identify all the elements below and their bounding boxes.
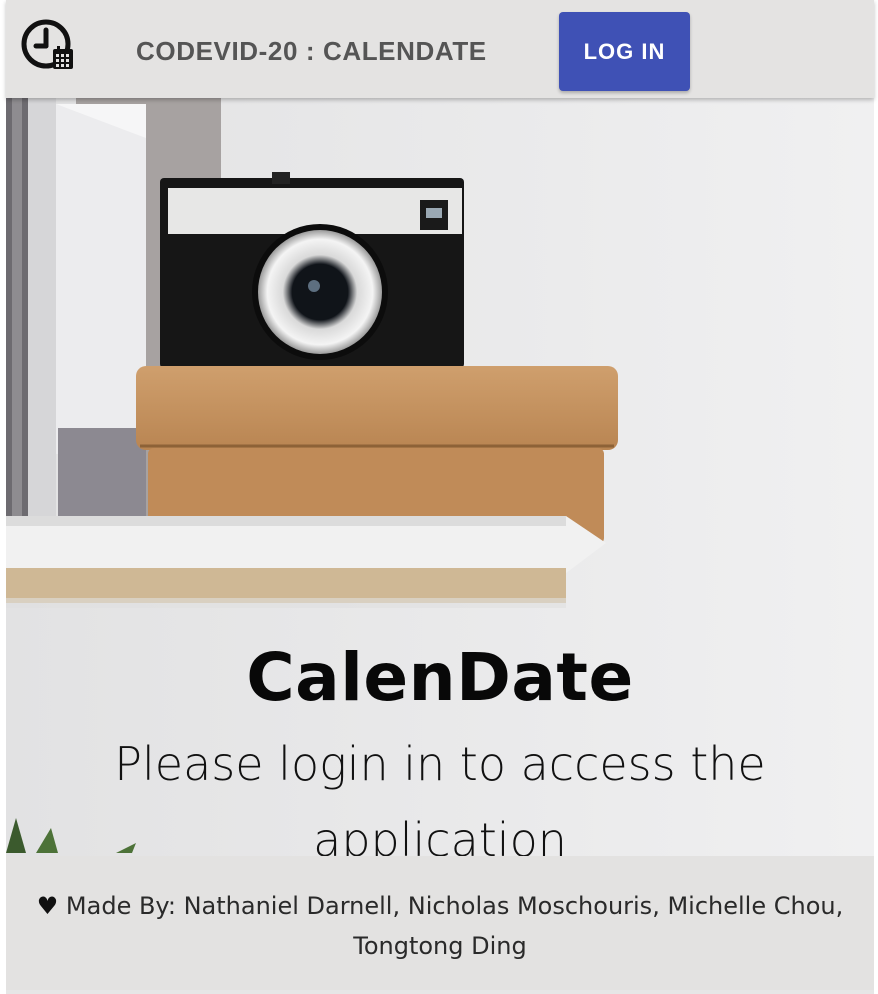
app-bar: CODEVID-20 : CALENDATE LOG IN [6, 0, 874, 98]
clock-calendar-icon[interactable] [20, 18, 76, 72]
hero-subtitle: Please login in to access the applicatio… [114, 737, 766, 856]
footer: ♥ Made By: Nathaniel Darnell, Nicholas M… [6, 856, 874, 990]
hero-text: CalenDate Please login in to access the … [6, 638, 874, 856]
credits-text: Made By: Nathaniel Darnell, Nicholas Mos… [65, 892, 844, 960]
hero-title: CalenDate [246, 639, 634, 716]
heart-icon: ♥ [36, 892, 59, 920]
hero-banner: CalenDate Please login in to access the … [6, 98, 874, 856]
login-button[interactable]: LOG IN [559, 12, 690, 91]
app-title: CODEVID-20 : CALENDATE [136, 36, 487, 66]
